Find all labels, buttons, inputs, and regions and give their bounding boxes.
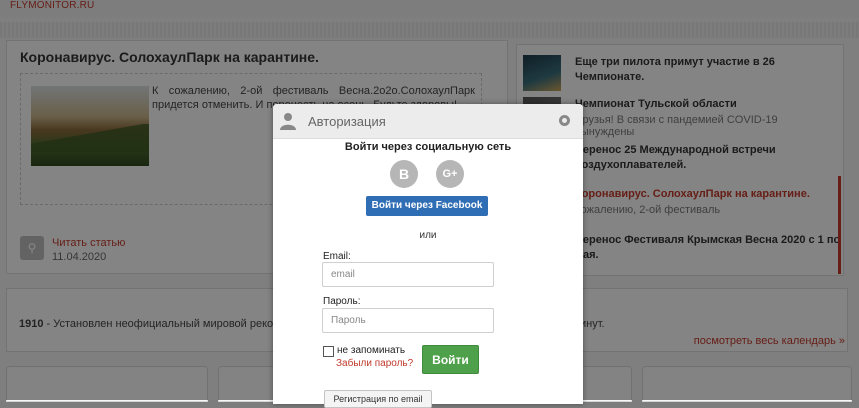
or-separator: или [419, 230, 437, 241]
email-label: Email: [323, 251, 351, 262]
login-button[interactable]: Войти [422, 345, 479, 374]
remember-checkbox[interactable] [323, 346, 334, 357]
register-email-button[interactable]: Регистрация по email [324, 390, 432, 408]
remember-label: не запоминать [337, 345, 406, 356]
auth-modal: Авторизация Войти через социальную сеть … [273, 104, 583, 408]
google-plus-login-button[interactable]: G+ [436, 160, 464, 188]
facebook-login-button[interactable]: Войти через Facebook [366, 196, 488, 216]
forgot-password-link[interactable]: Забыли пароль? [336, 358, 413, 369]
close-icon[interactable] [559, 115, 570, 126]
password-field[interactable] [322, 308, 494, 333]
modal-title: Авторизация [308, 114, 386, 129]
email-field[interactable] [322, 262, 494, 287]
user-icon [280, 113, 296, 130]
social-login-title: Войти через социальную сеть [344, 141, 512, 153]
password-label: Пароль: [323, 296, 361, 307]
modal-header: Авторизация [273, 104, 583, 139]
vk-login-button[interactable]: В [390, 160, 418, 188]
